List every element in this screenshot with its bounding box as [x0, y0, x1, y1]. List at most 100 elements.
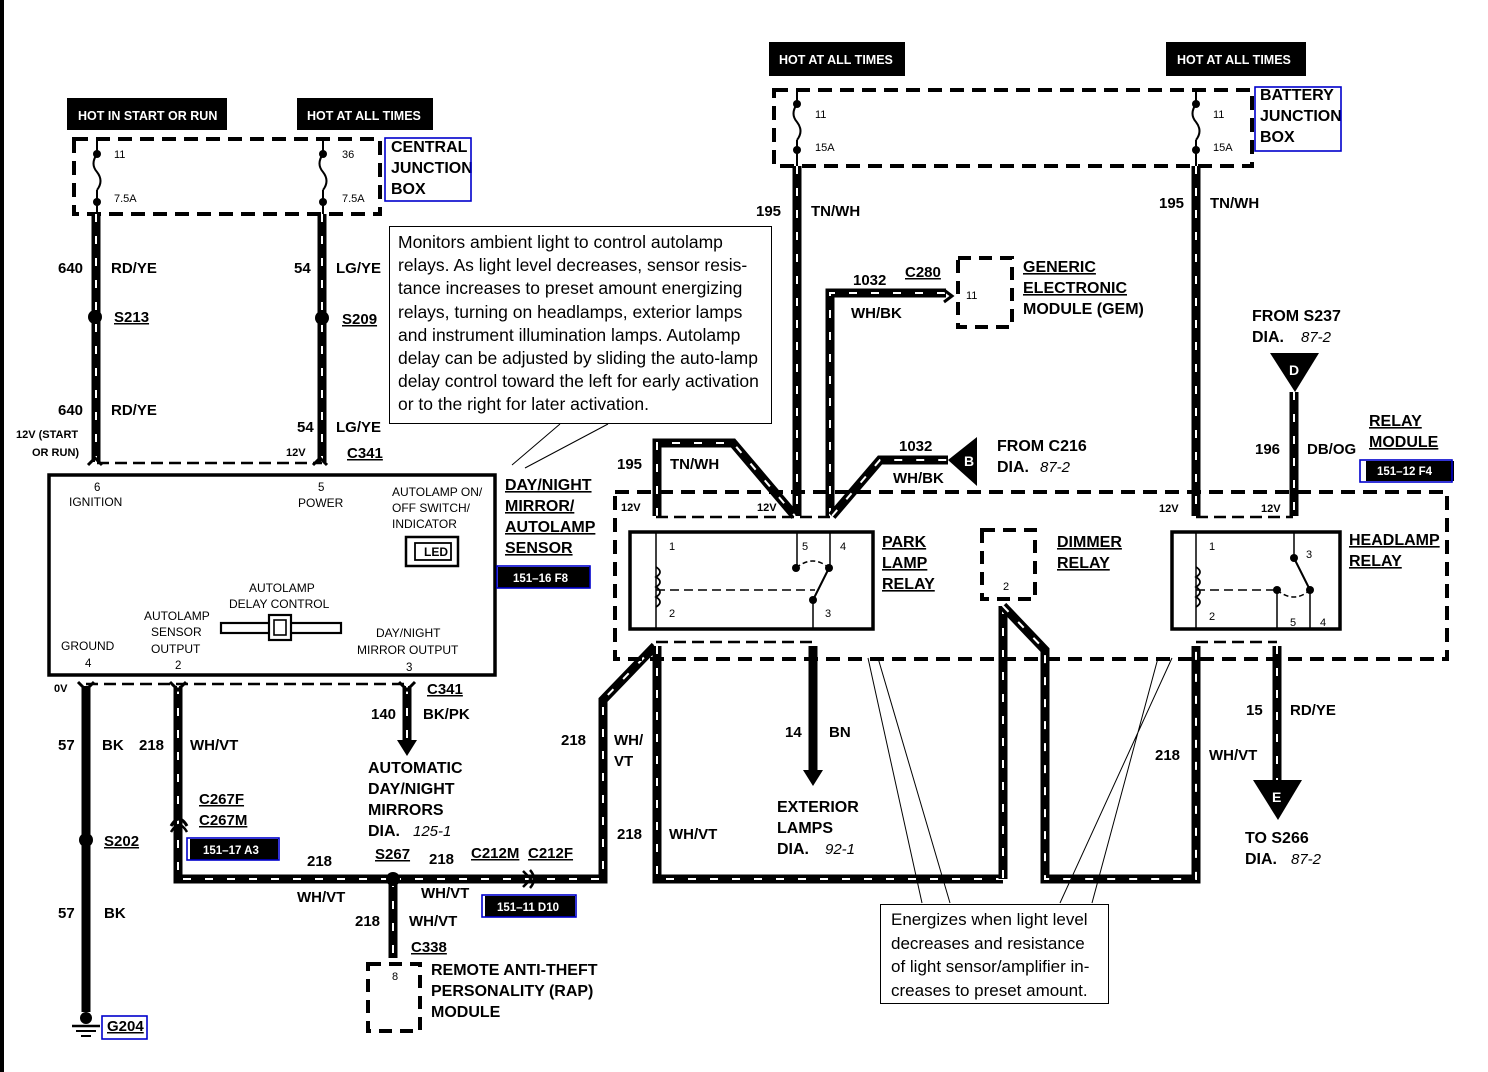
svg-text:2: 2: [669, 608, 675, 620]
svg-text:195: 195: [617, 456, 642, 473]
svg-text:218: 218: [307, 853, 332, 870]
off-page-b: B FROM C216 DIA. 87-2: [948, 437, 1087, 486]
relay-description-note: Energizes when light level decreases and…: [880, 904, 1109, 1004]
svg-text:57: 57: [58, 737, 75, 754]
ref-tag-c267[interactable]: 151–17 A3: [186, 837, 280, 861]
sensor-description-note: Monitors ambient light to control autola…: [389, 226, 772, 424]
svg-text:7.5A: 7.5A: [342, 193, 365, 205]
wiring-diagram: HOT IN START OR RUN HOT AT ALL TIMES HOT…: [16, 42, 1454, 1040]
svg-text:LG/YE: LG/YE: [336, 260, 381, 277]
svg-text:S202: S202: [104, 833, 139, 850]
hot-label-all-times-3: HOT AT ALL TIMES: [1166, 42, 1306, 76]
svg-text:15A: 15A: [815, 142, 835, 154]
svg-text:195: 195: [756, 203, 781, 220]
relay-module-label: RELAY MODULE: [1369, 413, 1439, 451]
svg-text:12V: 12V: [286, 447, 306, 459]
svg-text:C267F: C267F: [199, 791, 244, 808]
wire-218-head-labels: 218 WH/VT: [1155, 747, 1257, 764]
wire-196-labels: 196 DB/OG: [1255, 441, 1356, 458]
svg-text:LG/YE: LG/YE: [336, 419, 381, 436]
svg-text:MIRROR OUTPUT: MIRROR OUTPUT: [357, 643, 459, 657]
svg-text:C338: C338: [411, 939, 447, 956]
svg-text:EXTERIOR: EXTERIOR: [777, 799, 859, 816]
svg-text:BATTERY: BATTERY: [1260, 87, 1334, 104]
off-page-e: E TO S266 DIA. 87-2: [1245, 780, 1322, 868]
svg-text:RELAY: RELAY: [1369, 413, 1422, 430]
svg-text:HEADLAMP: HEADLAMP: [1349, 532, 1440, 549]
sensor-module-label: DAY/NIGHT MIRROR/ AUTOLAMP SENSOR: [505, 477, 596, 557]
svg-text:WH/: WH/: [614, 732, 644, 749]
svg-text:WH/VT: WH/VT: [1209, 747, 1257, 764]
svg-text:4: 4: [840, 541, 846, 553]
svg-text:12V: 12V: [621, 502, 641, 514]
ground-g204: G204: [72, 1012, 148, 1040]
ref-tag-c212[interactable]: 151–11 D10: [481, 894, 577, 918]
svg-text:DB/OG: DB/OG: [1307, 441, 1356, 458]
svg-text:15A: 15A: [1213, 142, 1233, 154]
svg-text:125-1: 125-1: [413, 823, 451, 840]
svg-text:RELAY: RELAY: [1349, 553, 1402, 570]
svg-text:TN/WH: TN/WH: [1210, 195, 1259, 212]
svg-text:PERSONALITY (RAP): PERSONALITY (RAP): [431, 983, 593, 1000]
svg-text:3: 3: [825, 608, 831, 620]
hot-label-all-times-2: HOT AT ALL TIMES: [769, 42, 905, 76]
ref-tag-sensor[interactable]: 151–16 F8: [496, 565, 591, 589]
ref-tag-relay-module[interactable]: 151–12 F4: [1359, 459, 1454, 483]
svg-text:SENSOR: SENSOR: [505, 540, 573, 557]
wire-140-labels: 140 BK/PK: [371, 706, 470, 723]
svg-text:DIA.: DIA.: [777, 841, 809, 858]
svg-text:11: 11: [114, 149, 125, 161]
svg-text:C212F: C212F: [528, 845, 573, 862]
svg-text:140: 140: [371, 706, 396, 723]
svg-text:JUNCTION: JUNCTION: [1260, 108, 1342, 125]
svg-text:AUTOLAMP: AUTOLAMP: [505, 519, 596, 536]
svg-text:54: 54: [297, 419, 314, 436]
svg-text:DELAY CONTROL: DELAY CONTROL: [229, 597, 330, 611]
mirrors-destination: AUTOMATIC DAY/NIGHT MIRRORS DIA. 125-1: [368, 760, 463, 840]
rap-module: 8 REMOTE ANTI-THEFT PERSONALITY (RAP) MO…: [366, 962, 598, 1033]
svg-text:BK: BK: [104, 905, 126, 922]
svg-text:GENERIC: GENERIC: [1023, 259, 1096, 276]
svg-text:MODULE: MODULE: [431, 1004, 501, 1021]
svg-text:REMOTE ANTI-THEFT: REMOTE ANTI-THEFT: [431, 962, 598, 979]
svg-text:S213: S213: [114, 309, 149, 326]
svg-text:C280: C280: [905, 264, 941, 281]
svg-text:FROM S237: FROM S237: [1252, 308, 1341, 325]
svg-text:LAMP: LAMP: [882, 555, 928, 572]
svg-text:JUNCTION: JUNCTION: [391, 160, 473, 177]
svg-text:TO S266: TO S266: [1245, 830, 1309, 847]
autolamp-sensor-module: 6 IGNITION 5 POWER AUTOLAMP ON/ OFF SWIT…: [47, 473, 497, 677]
wire-218-dimmer-b: [999, 602, 1201, 884]
wire-218-sensor-labels: 218 WH/VT: [139, 737, 238, 754]
svg-text:WH/VT: WH/VT: [669, 826, 717, 843]
svg-text:S209: S209: [342, 311, 377, 328]
callout-lines-relay: [867, 657, 1173, 904]
svg-text:WH/VT: WH/VT: [190, 737, 238, 754]
svg-text:LAMPS: LAMPS: [777, 820, 833, 837]
svg-text:RD/YE: RD/YE: [111, 260, 157, 277]
svg-text:54: 54: [294, 260, 311, 277]
svg-text:12V: 12V: [1261, 503, 1281, 515]
delay-slider-handle[interactable]: [267, 613, 293, 642]
svg-text:BK/PK: BK/PK: [423, 706, 470, 723]
svg-text:640: 640: [58, 260, 83, 277]
svg-text:HOT AT ALL TIMES: HOT AT ALL TIMES: [1177, 53, 1291, 67]
svg-text:2: 2: [175, 660, 181, 672]
svg-text:0V: 0V: [54, 683, 68, 695]
central-junction-box: 11 7.5A 36 7.5A CENTRAL JUNCTION BOX: [72, 137, 473, 216]
svg-text:VT: VT: [614, 753, 633, 770]
svg-text:5: 5: [318, 482, 324, 494]
svg-text:RELAY: RELAY: [882, 576, 935, 593]
svg-text:DIMMER: DIMMER: [1057, 534, 1122, 551]
svg-text:151–17 A3: 151–17 A3: [203, 845, 259, 857]
svg-text:12V (START: 12V (START: [16, 429, 78, 441]
svg-text:5: 5: [802, 541, 808, 553]
svg-text:8: 8: [392, 971, 398, 983]
svg-text:DIA.: DIA.: [368, 823, 400, 840]
hot-label-all-times-1: HOT AT ALL TIMES: [297, 98, 433, 130]
svg-text:12V: 12V: [1159, 503, 1179, 515]
wire-218-riser-labels: 218 WH/ VT 218 WH/VT: [561, 732, 717, 843]
svg-text:14: 14: [785, 724, 802, 741]
arrow-14: [803, 770, 823, 786]
svg-text:WH/VT: WH/VT: [297, 889, 345, 906]
